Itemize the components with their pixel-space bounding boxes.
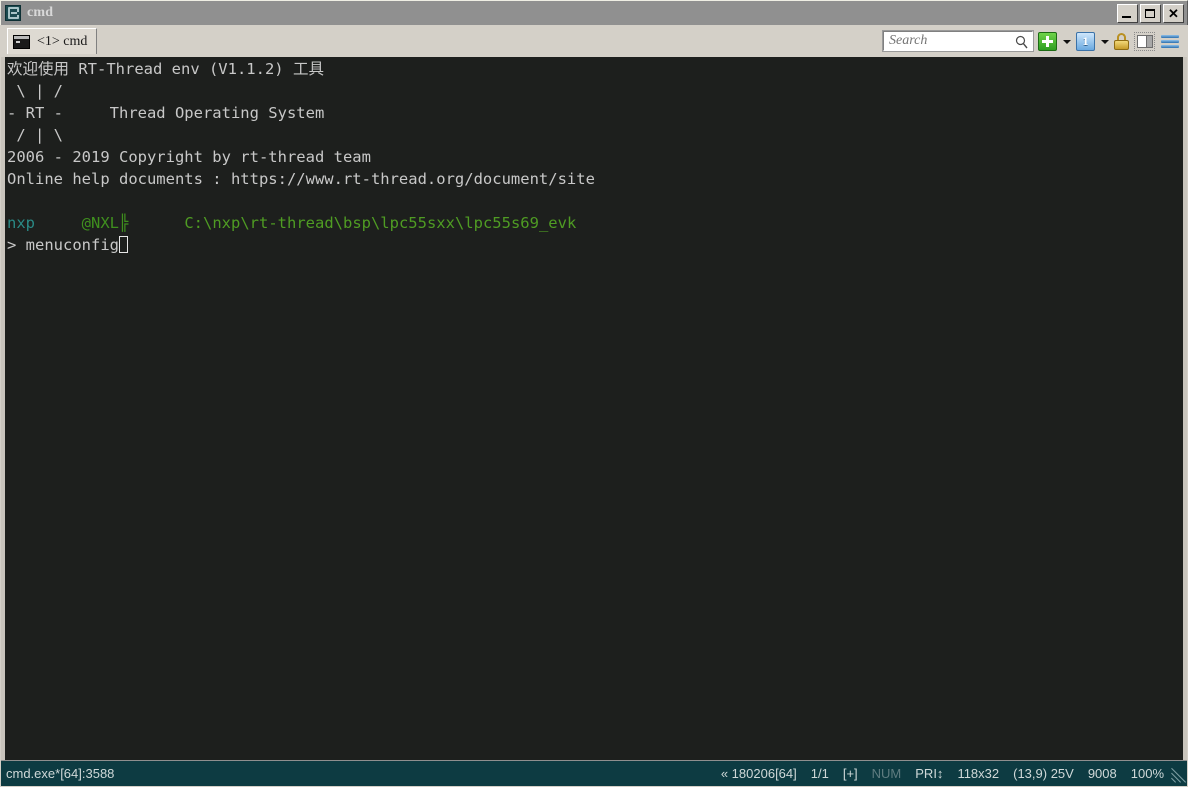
terminal-line: 2006 - 2019 Copyright by rt-thread team bbox=[7, 146, 1183, 168]
terminal-line: / | \ bbox=[7, 124, 1183, 146]
tab-cmd-1[interactable]: <1> cmd bbox=[7, 28, 98, 54]
terminal-text: > menuconfig bbox=[7, 236, 119, 254]
new-console-dropdown[interactable] bbox=[1062, 31, 1071, 52]
terminal-text: C:\nxp\rt-thread\bsp\lpc55sxx\lpc55s69_e… bbox=[184, 214, 577, 232]
split-pane-icon[interactable] bbox=[1134, 31, 1155, 51]
terminal-text: nxp bbox=[7, 214, 35, 232]
terminal-line: Online help documents : https://www.rt-t… bbox=[7, 168, 1183, 190]
active-console-button[interactable]: 1 bbox=[1075, 31, 1096, 52]
status-item: « 180206[64] bbox=[720, 766, 797, 781]
search-input[interactable] bbox=[884, 32, 1032, 50]
status-item: 118x32 bbox=[957, 766, 1000, 781]
text-cursor bbox=[118, 236, 128, 253]
conemu-icon bbox=[5, 5, 21, 21]
terminal-frame: 欢迎使用 RT-Thread env (V1.1.2) 工具 \ | / - RT… bbox=[1, 57, 1187, 760]
status-item: 100% bbox=[1130, 766, 1164, 781]
terminal-line: - RT - Thread Operating System bbox=[7, 102, 1183, 124]
status-process: cmd.exe*[64]:3588 bbox=[6, 766, 115, 781]
new-console-button[interactable] bbox=[1037, 31, 1058, 52]
terminal-line: > menuconfig bbox=[7, 234, 1183, 256]
terminal-text: @NXL╠ bbox=[81, 214, 129, 232]
tab-label: <1> cmd bbox=[37, 33, 88, 49]
toolbar: 1 bbox=[882, 30, 1181, 52]
terminal-line: \ | / bbox=[7, 80, 1183, 102]
title-bar: cmd ✕ bbox=[0, 0, 1188, 25]
hamburger-menu-icon[interactable] bbox=[1159, 32, 1181, 51]
minimize-button[interactable] bbox=[1117, 4, 1138, 23]
status-item: [+] bbox=[842, 766, 858, 781]
status-item: 1/1 bbox=[810, 766, 829, 781]
close-icon: ✕ bbox=[1168, 6, 1179, 21]
terminal-line: nxp @NXL╠ C:\nxp\rt-thread\bsp\lpc55sxx\… bbox=[7, 212, 1183, 234]
plus-icon bbox=[1038, 31, 1057, 51]
close-button[interactable]: ✕ bbox=[1163, 4, 1184, 23]
active-console-dropdown[interactable] bbox=[1100, 31, 1109, 52]
terminal-text: / | \ bbox=[7, 126, 63, 144]
status-item: NUM bbox=[871, 766, 902, 781]
terminal-text: \ | / bbox=[7, 82, 63, 100]
terminal-text: 2006 - 2019 Copyright by rt-thread team bbox=[7, 148, 371, 166]
terminal-text: 欢迎使用 RT-Thread env (V1.1.2) 工具 bbox=[7, 60, 324, 78]
maximize-button[interactable] bbox=[1140, 4, 1161, 23]
conemu-window: cmd ✕ <1> cmd Search 1 欢迎使用 RT-Thread en… bbox=[0, 0, 1188, 787]
status-bar: cmd.exe*[64]:3588 « 180206[64] 1/1 [+] NUM P… bbox=[1, 760, 1187, 786]
status-items: « 180206[64] 1/1 [+] NUM PRI↕ 118x32 (13,9) 25… bbox=[721, 766, 1170, 781]
resize-grip[interactable] bbox=[1170, 765, 1187, 783]
window-title: cmd bbox=[27, 5, 54, 20]
window-controls: ✕ bbox=[1117, 4, 1184, 23]
terminal-text: Online help documents : https://www.rt-t… bbox=[7, 170, 595, 188]
console-icon bbox=[13, 34, 30, 49]
search-box[interactable] bbox=[882, 30, 1034, 52]
lock-icon[interactable] bbox=[1113, 32, 1130, 51]
tab-bar: <1> cmd 1 bbox=[1, 25, 1187, 57]
status-item: (13,9) 25V bbox=[1013, 766, 1074, 781]
status-item: PRI↕ bbox=[915, 766, 944, 781]
status-item: 9008 bbox=[1087, 766, 1117, 781]
terminal-screen[interactable]: 欢迎使用 RT-Thread env (V1.1.2) 工具 \ | / - RT… bbox=[5, 57, 1183, 760]
console-index-label: 1 bbox=[1076, 31, 1095, 51]
terminal-text: - RT - Thread Operating System bbox=[7, 104, 325, 122]
terminal-line: 欢迎使用 RT-Thread env (V1.1.2) 工具 bbox=[7, 58, 1183, 80]
